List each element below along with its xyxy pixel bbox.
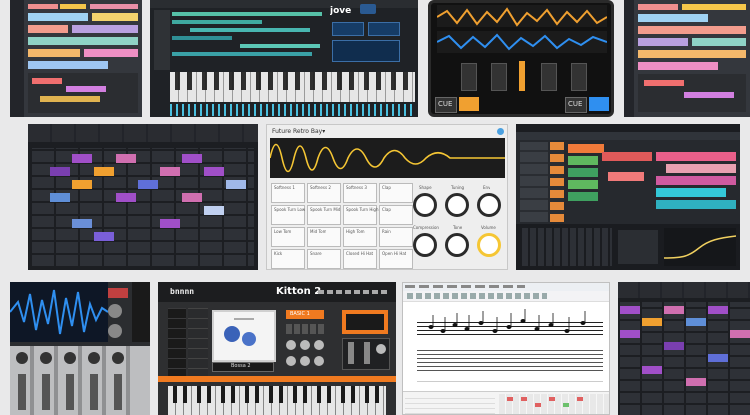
clip-launcher-screenshot-2 [618, 282, 750, 415]
waveform-blue [437, 33, 607, 51]
pad[interactable]: Spook Turn High [343, 205, 379, 225]
shape-knob[interactable] [413, 193, 437, 217]
notation-editor-screenshot [402, 282, 610, 415]
decay-waveform [270, 143, 505, 173]
pad[interactable]: Mid Tom [307, 227, 341, 247]
drum-synth-screenshot: Future Retro Bay▾ Softness 1 Softness 2 … [266, 124, 508, 270]
cue-button-left[interactable]: CUE [435, 97, 457, 113]
dj-deck-screenshot: CUE CUE [428, 0, 614, 117]
synth-title: Future Retro Bay▾ [272, 128, 326, 135]
pad[interactable]: Softness 2 [307, 183, 341, 203]
pad[interactable]: High Tom [343, 227, 377, 247]
blue-waveform [10, 289, 108, 335]
kit-name-field[interactable]: Bossa 2 [212, 362, 274, 372]
daw-mixer-screenshot [516, 124, 740, 270]
tablature-staff [417, 349, 603, 371]
waveform-orange [437, 7, 607, 27]
jove-brand-text: jove [330, 6, 352, 16]
daw-synth-screenshot: jove [150, 0, 418, 117]
play-button-right[interactable] [589, 97, 609, 111]
settings-gear-icon[interactable] [497, 128, 504, 135]
play-button-left[interactable] [459, 97, 479, 111]
cue-button-right[interactable]: CUE [565, 97, 587, 113]
pad-grid: Softness 1 Softness 2 Softness 3 Clap Sp… [271, 183, 413, 269]
kitton-brand: bnnnn [170, 287, 195, 296]
pad[interactable]: Spook Turn Mid [307, 205, 341, 225]
mixer-console-screenshot [10, 282, 150, 415]
clip-launcher-screenshot [28, 124, 258, 270]
pad[interactable]: Kick [271, 249, 305, 269]
pad[interactable]: Clap [379, 183, 413, 203]
preset-selector[interactable]: BASIC 1 [286, 310, 324, 319]
pad[interactable]: Spook Turn Low [271, 205, 305, 225]
pad[interactable]: Softness 1 [271, 183, 305, 203]
pad[interactable]: Snare [307, 249, 341, 269]
volume-knob[interactable] [477, 233, 501, 257]
pad[interactable]: Closed Hi Hat [343, 249, 377, 269]
daw-arrangement-screenshot-2 [624, 0, 750, 117]
env-knob[interactable] [477, 193, 501, 217]
tuning-knob[interactable] [445, 193, 469, 217]
pad[interactable]: Softness 3 [343, 183, 377, 203]
pad[interactable]: Open Hi Hat [379, 249, 413, 269]
music-notes [428, 309, 586, 333]
kitton-plugin-screenshot: bnnnn Kitton 2 Bossa 2 BASIC 1 [158, 282, 396, 415]
pad[interactable]: Rain [379, 227, 413, 247]
drum-kit-icon [224, 326, 240, 342]
tone-knob[interactable] [445, 233, 469, 257]
compression-knob[interactable] [413, 233, 437, 257]
pad[interactable]: Low Tom [271, 227, 305, 247]
kitton-title: Kitton 2 [276, 286, 322, 297]
eq-curve [664, 228, 736, 266]
pad[interactable]: Clap [379, 205, 413, 225]
daw-arrangement-screenshot-1 [10, 0, 142, 117]
screenshot-collage: { "jove_window": { "brand": "jove" }, "d… [0, 0, 750, 415]
